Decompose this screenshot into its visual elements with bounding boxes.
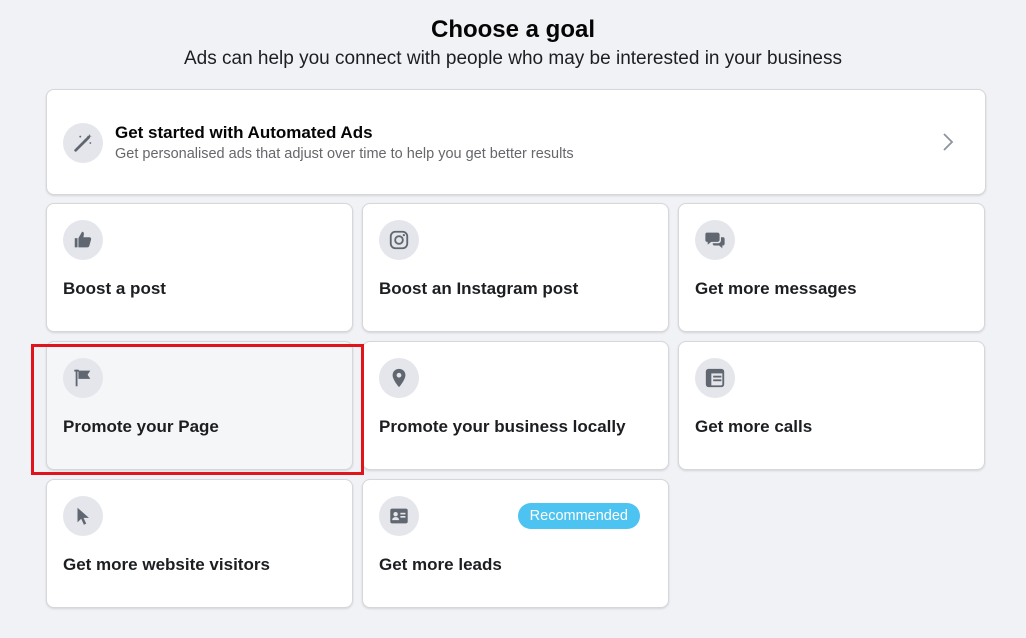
automated-ads-card[interactable]: Get started with Automated Ads Get perso… <box>46 89 986 195</box>
location-pin-icon <box>379 358 419 398</box>
thumbs-up-icon <box>63 220 103 260</box>
page-title: Choose a goal <box>430 16 596 43</box>
automated-ads-title: Get started with Automated Ads <box>115 123 373 142</box>
goal-get-more-messages[interactable]: Get more messages <box>678 203 985 332</box>
goal-promote-page[interactable]: Promote your Page <box>46 341 353 470</box>
goal-label: Get more calls <box>695 417 813 436</box>
goal-label: Get more messages <box>695 279 857 298</box>
goal-promote-business-locally[interactable]: Promote your business locally <box>362 341 669 470</box>
goal-label: Get more website visitors <box>63 555 270 574</box>
automated-ads-description: Get personalised ads that adjust over ti… <box>115 146 574 162</box>
chevron-right-icon <box>943 133 954 151</box>
goal-get-more-website-visitors[interactable]: Get more website visitors <box>46 479 353 608</box>
page-subtitle: Ads can help you connect with people who… <box>183 48 842 69</box>
contact-card-icon <box>379 496 419 536</box>
magic-wand-icon <box>63 123 103 163</box>
goal-get-more-calls[interactable]: Get more calls <box>678 341 985 470</box>
goal-label: Boost an Instagram post <box>379 279 579 298</box>
recommended-badge: Recommended <box>517 503 640 529</box>
cursor-icon <box>63 496 103 536</box>
goal-label: Boost a post <box>63 279 166 298</box>
phone-book-icon <box>695 358 735 398</box>
goal-label: Get more leads <box>379 555 502 574</box>
goal-label: Promote your Page <box>63 417 219 436</box>
chat-bubbles-icon <box>695 220 735 260</box>
goal-boost-instagram-post[interactable]: Boost an Instagram post <box>362 203 669 332</box>
flag-icon <box>63 358 103 398</box>
goal-get-more-leads[interactable]: Recommended Get more leads <box>362 479 669 608</box>
goal-boost-post[interactable]: Boost a post <box>46 203 353 332</box>
goal-label: Promote your business locally <box>379 417 626 436</box>
instagram-icon <box>379 220 419 260</box>
